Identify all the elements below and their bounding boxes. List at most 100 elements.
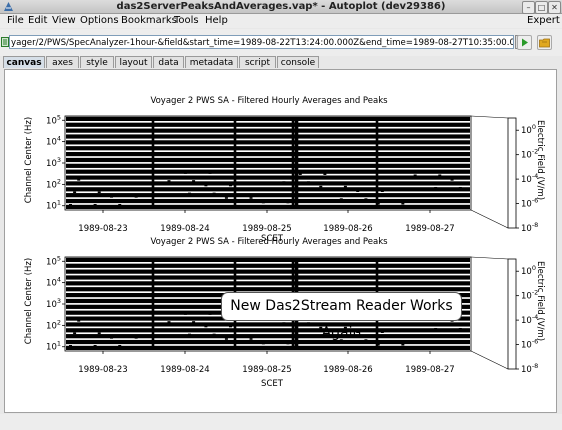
tab-script[interactable]: script — [239, 56, 276, 68]
y-tick-label: 101 — [46, 340, 61, 353]
menu-options[interactable]: Options — [80, 14, 119, 28]
x-tick-label: 1989-08-24 — [160, 224, 209, 234]
data-speck — [278, 334, 282, 337]
y-tick-labels: 101 102 103 104 105 — [46, 113, 61, 211]
tab-canvas[interactable]: canvas — [3, 56, 45, 68]
plot-canvas[interactable]: Voyager 2 PWS SA - Filtered Hourly Avera… — [4, 69, 557, 413]
maximize-button[interactable]: □ — [535, 1, 548, 14]
data-speck — [364, 198, 368, 200]
menu-file[interactable]: File — [7, 14, 24, 28]
tab-style[interactable]: style — [80, 56, 114, 68]
data-speck — [126, 329, 130, 331]
z-tick-label: 10-8 — [521, 221, 538, 234]
tab-metadata[interactable]: metadata — [185, 56, 238, 68]
data-speck — [212, 192, 216, 195]
burst-mark — [151, 258, 155, 350]
x-tick-label: 1989-08-26 — [323, 365, 372, 375]
go-button[interactable] — [517, 35, 532, 50]
data-speck — [282, 181, 286, 183]
data-speck — [417, 194, 421, 197]
data-speck — [380, 331, 384, 333]
data-speck — [372, 182, 376, 185]
data-speck — [306, 322, 310, 324]
x-tick-label: 1989-08-27 — [405, 365, 454, 375]
data-speck — [155, 175, 159, 178]
menu-help[interactable]: Help — [205, 14, 228, 28]
x-tick-label: 1989-08-25 — [242, 224, 291, 234]
channel-band — [66, 275, 470, 280]
tab-layout[interactable]: layout — [115, 56, 152, 68]
menu-view[interactable]: View — [52, 14, 76, 28]
data-speck — [167, 321, 171, 323]
data-speck — [356, 190, 360, 192]
data-speck — [77, 320, 81, 322]
data-speck — [97, 332, 101, 335]
data-speck — [450, 179, 454, 181]
data-speck — [241, 189, 245, 191]
expert-mode-menu[interactable]: Expert — [527, 14, 560, 28]
y-tick-label: 101 — [46, 199, 61, 212]
data-speck — [118, 204, 122, 206]
data-speck — [134, 196, 138, 198]
browse-button[interactable] — [537, 35, 552, 50]
data-speck — [401, 343, 405, 346]
data-speck — [118, 345, 122, 347]
data-speck — [364, 339, 368, 341]
channel-band — [66, 122, 470, 127]
notification-toast: New Das2Stream Reader Works Again — [221, 292, 462, 341]
data-speck — [130, 175, 134, 178]
data-speck — [204, 325, 208, 328]
data-speck — [93, 345, 97, 347]
x-tick-label: 1989-08-25 — [242, 365, 291, 375]
data-speck — [192, 180, 196, 182]
menu-tools[interactable]: Tools — [174, 14, 199, 28]
channel-band — [66, 281, 470, 286]
data-speck — [208, 172, 212, 174]
data-uri-input[interactable]: yager/2/PWS/SpecAnalyzer-1hour-&field&st… — [9, 35, 514, 49]
y-tick-label: 103 — [46, 297, 61, 310]
tab-axes[interactable]: axes — [46, 56, 79, 68]
status-bar — [0, 414, 562, 430]
data-speck — [278, 193, 282, 196]
minimize-button[interactable]: – — [522, 1, 535, 14]
menu-edit[interactable]: Edit — [28, 14, 47, 28]
data-speck — [73, 332, 77, 335]
data-speck — [417, 335, 421, 338]
menu-bookmarks[interactable]: Bookmarks — [121, 14, 177, 28]
data-speck — [434, 186, 438, 189]
data-speck — [187, 333, 191, 336]
z-axis-label: Electric Field (V/m) — [535, 261, 545, 341]
data-speck — [192, 321, 196, 323]
channel-band — [66, 345, 470, 350]
data-speck — [114, 183, 118, 186]
data-speck — [241, 330, 245, 332]
folder-icon — [539, 38, 550, 48]
y-tick-label: 103 — [46, 156, 61, 169]
colorbar-connector — [470, 256, 509, 260]
burst-mark — [291, 117, 295, 209]
data-speck — [229, 184, 233, 187]
y-axis-label: Channel Center (Hz) — [24, 258, 34, 344]
data-speck — [413, 174, 417, 177]
data-speck — [286, 342, 290, 345]
burst-mark — [295, 117, 299, 209]
data-speck — [134, 337, 138, 339]
burst-mark — [151, 117, 155, 209]
plot-svg: Voyager 2 PWS SA - Filtered Hourly Avera… — [24, 96, 545, 389]
data-speck — [183, 172, 187, 174]
close-button[interactable]: ✕ — [548, 1, 561, 14]
channel-band — [66, 181, 470, 186]
burst-mark — [233, 117, 237, 209]
data-speck — [397, 323, 401, 326]
data-speck — [298, 173, 302, 175]
data-speck — [220, 176, 224, 179]
data-speck — [212, 333, 216, 336]
z-tick-label: 10-8 — [521, 362, 538, 375]
tab-data[interactable]: data — [153, 56, 184, 68]
tab-console[interactable]: console — [277, 56, 319, 68]
channel-band — [66, 204, 470, 209]
data-speck — [434, 327, 438, 330]
data-speck — [114, 324, 118, 327]
panel-top[interactable]: Voyager 2 PWS SA - Filtered Hourly Avera… — [24, 96, 545, 244]
chart-title: Voyager 2 PWS SA - Filtered Hourly Avera… — [150, 237, 388, 247]
